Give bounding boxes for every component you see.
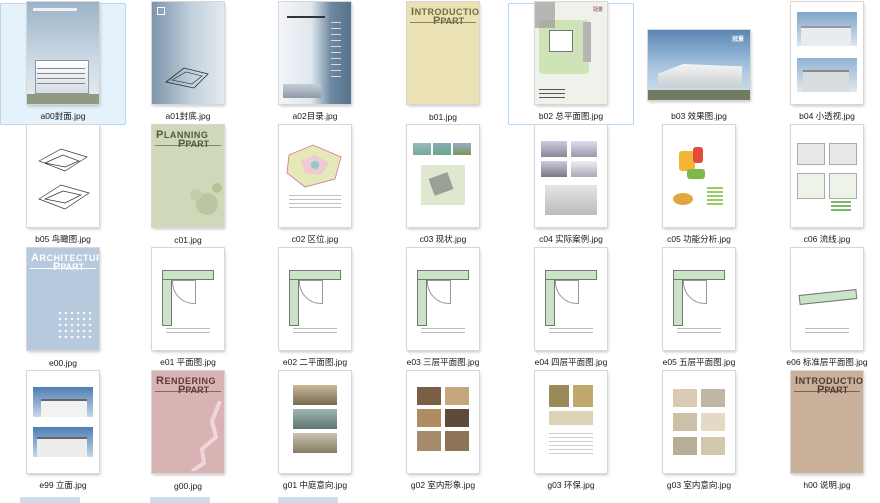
file-thumbnail [279,2,351,104]
file-item[interactable]: e01 平面图.jpg [125,248,251,371]
file-name: c06 流线.jpg [803,234,851,244]
file-thumbnail [27,125,99,227]
file-name: e02 二平面图.jpg [282,357,348,367]
file-item[interactable]: g03 环保.jpg [508,371,634,494]
file-item[interactable]: c06 流线.jpg [764,125,880,248]
file-thumbnail [407,125,479,227]
file-item[interactable]: ARCHITECTURE PPART e00.jpg [0,248,126,371]
file-item[interactable]: INTRODUCTION PPART h00 说明.jpg [764,371,880,494]
file-thumbnail [663,125,735,227]
partial-item[interactable] [150,497,210,503]
file-thumbnail [791,125,863,227]
file-name: b04 小透视.jpg [799,111,855,121]
file-thumbnail [279,125,351,227]
title-word: PART [185,139,210,149]
file-item[interactable]: a02目录.jpg [252,2,378,125]
file-thumbnail: PLANNING PPART [152,125,224,227]
file-thumbnail [535,125,607,227]
file-name: c03 现状.jpg [419,234,467,244]
file-item[interactable]: c02 区位.jpg [252,125,378,248]
file-item[interactable]: INTRODUCTION PPART b01.jpg [380,2,506,125]
file-name: e01 平面图.jpg [160,357,216,367]
file-name: a02目录.jpg [292,111,338,121]
file-thumbnail: 冠景 [648,30,750,100]
file-thumbnail [279,248,351,350]
file-item[interactable]: e03 三层平面图.jpg [380,248,506,371]
brand-mark: 冠景 [731,37,744,43]
file-name: e04 四层平面图.jpg [534,357,608,367]
file-name: g03 环保.jpg [547,480,595,490]
file-thumbnail [663,371,735,473]
file-name: h00 说明.jpg [803,480,851,490]
file-name: b02 总平面图.jpg [538,111,604,121]
file-thumbnail [535,248,607,350]
partial-item[interactable] [278,497,338,503]
file-item[interactable]: g01 中庭意向.jpg [252,371,378,494]
file-item[interactable]: PLANNING PPART c01.jpg [125,125,251,248]
file-item[interactable]: e02 二平面图.jpg [252,248,378,371]
title-word: PART [824,385,849,395]
file-name: g03 室内意向.jpg [666,480,732,490]
file-item[interactable]: 冠景 b02 总平面图.jpg [508,2,634,125]
file-name: c05 功能分析.jpg [667,234,731,244]
file-name: a01封底.jpg [165,111,211,121]
file-name: e05 五层平面图.jpg [662,357,736,367]
file-thumbnail [791,248,863,350]
file-thumbnail: INTRODUCTION PPART [791,371,863,473]
partial-item[interactable] [20,497,80,503]
title-initial: P [156,129,164,141]
file-name: g02 室内形象.jpg [410,480,476,490]
file-item[interactable]: e06 标准层平面图.jpg [764,248,880,371]
file-name: e03 三层平面图.jpg [406,357,480,367]
file-item[interactable]: b05 鸟瞰图.jpg [0,125,126,248]
file-name: b01.jpg [429,112,457,122]
file-item[interactable]: 冠景 b03 效果图.jpg [636,3,762,125]
file-name: c02 区位.jpg [291,234,339,244]
file-item[interactable]: g03 室内意向.jpg [636,371,762,494]
file-name: a00封面.jpg [40,111,86,121]
file-name: c01.jpg [174,235,202,245]
brand-mark: 冠景 [592,7,603,13]
file-name: e00.jpg [49,358,77,368]
file-item[interactable]: e05 五层平面图.jpg [636,248,762,371]
file-name: g01 中庭意向.jpg [282,480,348,490]
file-name: b05 鸟瞰图.jpg [35,234,91,244]
file-thumbnail: ARCHITECTURE PPART [27,248,99,350]
title-word: PART [60,262,85,272]
file-thumbnail [279,371,351,473]
file-name: e06 标准层平面图.jpg [786,357,868,367]
title-word: PART [440,16,465,26]
file-item[interactable]: e04 四层平面图.jpg [508,248,634,371]
file-item[interactable]: g02 室内形象.jpg [380,371,506,494]
file-item[interactable]: c03 现状.jpg [380,125,506,248]
title-word: PART [185,385,210,395]
file-name: e99 立面.jpg [39,480,87,490]
file-grid: a00封面.jpg a01封底.jpg a02目录.jpg INTRODUCTI… [0,0,880,503]
file-name: b03 效果图.jpg [671,111,727,121]
file-thumbnail [152,248,224,350]
file-item[interactable]: b04 小透视.jpg [764,2,880,125]
file-thumbnail: RENDERING PPART [152,371,224,473]
file-name: c04 实际案例.jpg [539,234,603,244]
file-thumbnail [791,2,863,104]
file-thumbnail: INTRODUCTION PPART [407,2,479,104]
file-thumbnail [663,248,735,350]
file-thumbnail [27,2,99,104]
file-thumbnail: 冠景 [535,2,607,104]
file-item[interactable]: RENDERING PPART g00.jpg [125,371,251,494]
file-thumbnail [152,2,224,104]
file-thumbnail [535,371,607,473]
file-thumbnail [407,371,479,473]
file-name: g00.jpg [174,481,202,491]
file-item[interactable]: c05 功能分析.jpg [636,125,762,248]
file-item[interactable]: c04 实际案例.jpg [508,125,634,248]
file-item[interactable]: e99 立面.jpg [0,371,126,494]
file-item[interactable]: a00封面.jpg [0,2,126,125]
file-item[interactable]: a01封底.jpg [125,2,251,125]
file-thumbnail [407,248,479,350]
file-thumbnail [27,371,99,473]
